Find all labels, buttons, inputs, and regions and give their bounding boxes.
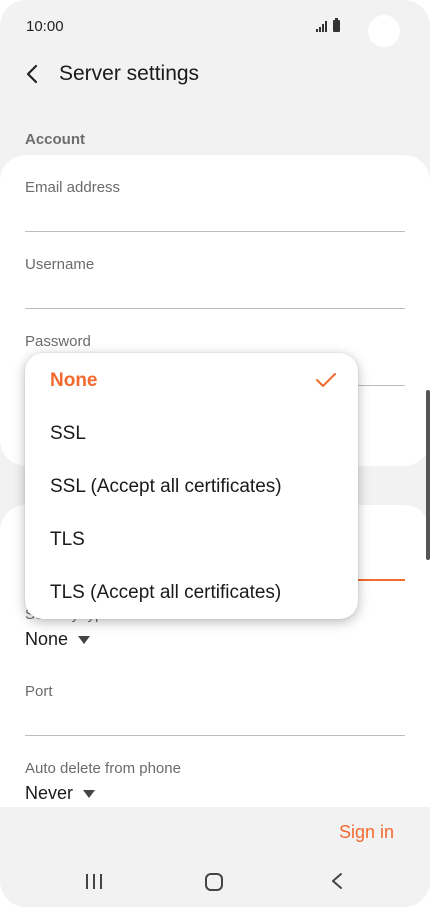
back-arrow-icon[interactable] [20,62,44,86]
sign-in-button[interactable]: Sign in [339,822,394,843]
check-icon [316,373,336,387]
username-underline [25,308,405,309]
battery-icon [333,18,340,32]
camera-cutout [368,15,400,47]
auto-delete-label: Auto delete from phone [25,760,181,777]
security-type-select[interactable]: None [25,629,405,650]
security-type-dropdown: None SSL SSL (Accept all certificates) T… [25,353,358,619]
dropdown-option-tls[interactable]: TLS [50,524,340,556]
app-header: Server settings [0,52,430,100]
status-bar: 10:00 [0,0,430,52]
status-icons [316,18,340,32]
port-underline [25,735,405,736]
security-type-value: None [25,629,69,649]
section-label-account: Account [25,131,85,148]
username-label: Username [25,256,95,273]
dropdown-option-tls-accept-all[interactable]: TLS (Accept all certificates) [50,577,340,609]
email-underline [25,231,405,232]
phone-screen: 10:00 Server settings Account Email addr… [0,0,430,907]
status-time: 10:00 [26,18,64,35]
username-field[interactable]: Username [25,256,405,310]
nav-back-icon[interactable] [327,871,347,891]
side-scrollbar[interactable] [426,390,430,560]
email-label: Email address [25,179,121,196]
port-field[interactable]: Port [25,683,405,737]
auto-delete-value: Never [25,783,74,803]
auto-delete-select[interactable]: Never [25,783,405,804]
port-label: Port [25,683,53,700]
page-title: Server settings [59,62,200,85]
dropdown-option-ssl-accept-all[interactable]: SSL (Accept all certificates) [50,471,340,503]
email-field[interactable]: Email address [25,179,405,233]
caret-down-icon [78,635,91,644]
dropdown-option-ssl[interactable]: SSL [50,418,340,450]
home-icon[interactable] [205,873,223,891]
signal-icon [316,21,327,32]
recents-icon[interactable] [86,874,102,889]
navigation-bar [0,855,430,907]
dropdown-option-none[interactable]: None [50,365,340,397]
auto-delete-field[interactable]: Auto delete from phone Never [25,760,405,810]
caret-down-icon [83,789,96,798]
password-label: Password [25,333,91,350]
